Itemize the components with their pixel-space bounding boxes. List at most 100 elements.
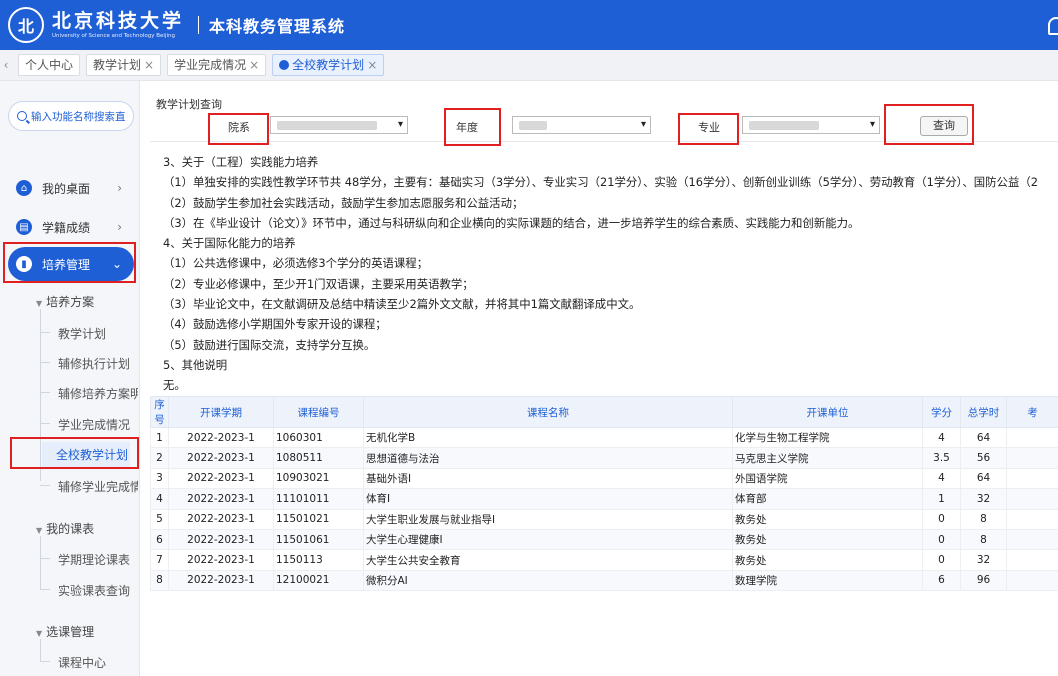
table-cell: 1080511: [273, 447, 364, 469]
table-cell: 32: [960, 549, 1007, 571]
table-cell: 64: [960, 467, 1007, 490]
table-cell: [1006, 447, 1058, 469]
table-cell: 大学生职业发展与就业指导I: [363, 508, 733, 530]
tab-scroll-left-icon[interactable]: ‹: [0, 58, 12, 72]
group-label: 培养方案: [46, 295, 95, 309]
university-logo: 北: [8, 7, 44, 43]
sidebar-item-label: 培养管理: [42, 257, 91, 272]
tab-label: 全校教学计划: [292, 58, 365, 72]
table-row: 8 2022-2023-1 12100021 微积分AI 数理学院 6 96: [150, 569, 1058, 592]
year-select[interactable]: ▾: [512, 116, 651, 134]
col-header: 开课单位: [732, 396, 923, 428]
table-cell: 大学生心理健康I: [363, 528, 733, 551]
table-cell: 基础外语I: [363, 467, 733, 490]
search-button[interactable]: 查询: [920, 116, 968, 136]
table-cell: 体育I: [363, 488, 733, 510]
sidebar-item-label: 学籍成绩: [42, 220, 91, 235]
sidebar-item-school-plan[interactable]: 全校教学计划: [42, 442, 130, 468]
text-line: （2）鼓励学生参加社会实践活动，鼓励学生参加志愿服务和公益活动；: [163, 195, 524, 210]
table-cell: 1060301: [273, 426, 364, 449]
year-label: 年度: [456, 121, 478, 134]
tree-line: [40, 536, 41, 590]
tab-personal-center[interactable]: 个人中心: [18, 54, 81, 76]
tab-teaching-plan[interactable]: 教学计划 ×: [86, 54, 162, 76]
sidebar-item-minor-completion[interactable]: 辅修学业完成情: [58, 478, 138, 495]
sidebar-item-minor-program[interactable]: 辅修培养方案明: [58, 385, 138, 402]
table-cell: 10903021: [273, 467, 364, 490]
redacted-value: [519, 121, 547, 130]
table-cell: [1006, 426, 1058, 449]
course-table: 序号 开课学期 课程编号 课程名称 开课单位 学分 总学时 考 1 2022-20…: [150, 396, 1058, 592]
search-placeholder: 输入功能名称搜索直: [31, 110, 126, 123]
tree-tick: [40, 485, 50, 486]
table-cell: 2022-2023-1: [168, 569, 274, 592]
table-cell: 化学与生物工程学院: [732, 426, 923, 449]
university-name-cn: 北京科技大学: [52, 10, 185, 32]
col-header: 序号: [150, 396, 169, 428]
major-select[interactable]: ▾: [742, 116, 880, 134]
table-row: 7 2022-2023-1 1150113 大学生公共安全教育 教务处 0 32: [150, 549, 1058, 571]
university-name-en: University of Science and Technology Bei…: [52, 33, 175, 39]
university-name: 北京科技大学 University of Science and Technol…: [52, 10, 184, 40]
sidebar-group-my-schedule[interactable]: ▼ 我的课表: [36, 520, 94, 537]
sidebar-item-lab-schedule[interactable]: 实验课表查询: [58, 582, 138, 599]
id-card-icon: ▤: [16, 219, 32, 235]
col-header: 课程名称: [363, 396, 733, 428]
table-row: 3 2022-2023-1 10903021 基础外语I 外国语学院 4 64: [150, 467, 1058, 490]
bell-icon[interactable]: [1048, 17, 1058, 35]
query-section-title: 教学计划查询: [156, 98, 222, 111]
table-cell: 微积分AI: [363, 569, 733, 592]
table-cell: 2022-2023-1: [168, 467, 274, 490]
close-icon[interactable]: ×: [367, 58, 377, 72]
function-search-input[interactable]: 输入功能名称搜索直: [8, 101, 134, 131]
sidebar-group-training-plan[interactable]: ▼ 培养方案: [36, 293, 94, 310]
table-cell: 2022-2023-1: [168, 488, 274, 510]
close-icon[interactable]: ×: [144, 58, 154, 72]
sidebar-group-course-selection[interactable]: ▼ 选课管理: [36, 623, 94, 640]
text-line: 5、其他说明: [163, 357, 228, 372]
tree-tick: [40, 423, 50, 424]
table-cell: 56: [960, 447, 1007, 469]
sidebar-item-records[interactable]: ▤ 学籍成绩 ›: [8, 210, 134, 244]
tab-label: 个人中心: [25, 58, 74, 72]
tab-school-teaching-plan[interactable]: 全校教学计划 ×: [272, 54, 385, 76]
system-title: 本科教务管理系统: [209, 17, 346, 36]
table-cell: 0: [922, 549, 961, 571]
table-cell: 2022-2023-1: [168, 447, 274, 469]
app-header: 北 北京科技大学 University of Science and Techn…: [0, 0, 1058, 50]
table-cell: 2022-2023-1: [168, 426, 274, 449]
table-row: 2 2022-2023-1 1080511 思想道德与法治 马克思主义学院 3.5 56: [150, 447, 1058, 469]
caret-down-icon: ▼: [36, 629, 43, 638]
sidebar-item-training[interactable]: ▮ 培养管理 ⌄: [8, 247, 134, 281]
chevron-down-icon: ▾: [869, 119, 875, 130]
sidebar-item-teaching-plan[interactable]: 教学计划: [58, 325, 138, 342]
table-cell: [1006, 549, 1058, 571]
table-cell: 8: [960, 528, 1007, 551]
text-line: （5）鼓励进行国际交流，支持学分互换。: [163, 337, 376, 352]
table-cell: 2: [150, 447, 169, 469]
table-cell: 4: [922, 426, 961, 449]
tree-tick: [40, 589, 50, 590]
sidebar-item-study-completion[interactable]: 学业完成情况: [58, 416, 138, 433]
text-line: （3）毕业论文中，在文献调研及总结中精读至少2篇外文文献，并将其中1篇文献翻译成…: [163, 297, 641, 312]
table-row: 4 2022-2023-1 11101011 体育I 体育部 1 32: [150, 488, 1058, 510]
table-cell: [1006, 488, 1058, 510]
sidebar-item-theory-schedule[interactable]: 学期理论课表: [58, 551, 138, 568]
table-cell: [1006, 508, 1058, 530]
text-line: 3、关于（工程）实践能力培养: [163, 155, 319, 169]
table-cell: 7: [150, 549, 169, 571]
close-icon[interactable]: ×: [249, 58, 259, 72]
tree-tick: [40, 362, 50, 363]
table-cell: [1006, 528, 1058, 551]
tab-study-completion[interactable]: 学业完成情况 ×: [167, 54, 267, 76]
table-cell: 0: [922, 508, 961, 530]
sidebar-item-course-center[interactable]: 课程中心: [58, 654, 138, 671]
sidebar: 输入功能名称搜索直 ⌂ 我的桌面 › ▤ 学籍成绩 › ▮ 培养管理 ⌄ ▼ 培养…: [0, 81, 140, 676]
table-cell: 思想道德与法治: [363, 447, 733, 469]
sidebar-item-desktop[interactable]: ⌂ 我的桌面 ›: [8, 171, 134, 205]
department-select[interactable]: ▾: [270, 116, 408, 134]
text-line: （4）鼓励选修小学期国外专家开设的课程；: [163, 317, 387, 332]
plan-description: 3、关于（工程）实践能力培养 （1）单独安排的实践性教学环节共 48学分，主要有…: [163, 152, 1058, 396]
sidebar-item-minor-plan[interactable]: 辅修执行计划: [58, 355, 138, 372]
chevron-down-icon: ▾: [397, 119, 403, 130]
